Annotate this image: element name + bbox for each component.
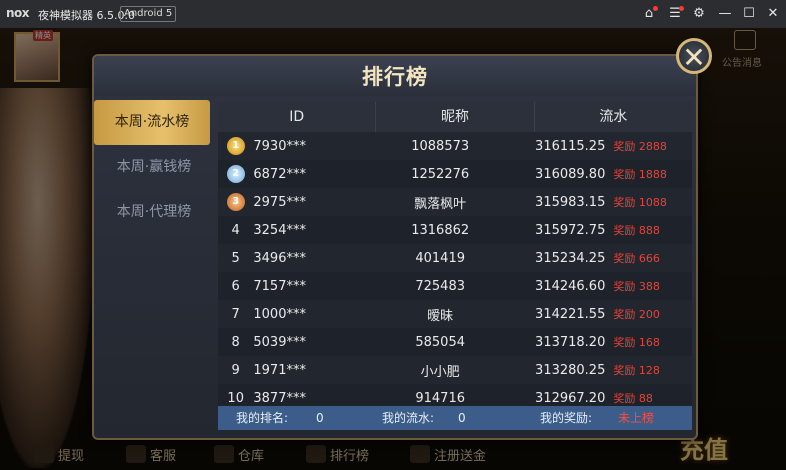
ranking-tabs: 本周·流水榜 本周·赢钱榜 本周·代理榜: [94, 100, 214, 235]
nickname-cell: 401419: [415, 250, 465, 266]
rank-cell: 10: [218, 391, 253, 406]
minimize-icon[interactable]: —: [716, 5, 734, 23]
ranking-dialog: 排行榜 本周·流水榜 本周·赢钱榜 本周·代理榜 ID 昵称 流水 1 7930*…: [92, 54, 698, 440]
nickname-cell: 1088573: [411, 138, 470, 154]
column-header-flow: 流水: [599, 109, 628, 125]
tab-weekly-flow[interactable]: 本周·流水榜: [94, 100, 210, 145]
id-cell: 3877***: [253, 390, 306, 406]
id-cell: 1000***: [253, 306, 306, 322]
table-body: 1 7930*** 1088573 316115.25 奖励 2888 2 6872*** 1…: [218, 132, 692, 412]
nickname-cell: 585054: [415, 334, 465, 350]
table-row: 6 7157*** 725483 314246.60 奖励 388: [218, 272, 692, 300]
gift-icon[interactable]: ⌂: [640, 5, 658, 23]
rank-number: 6: [231, 278, 240, 294]
flow-cell: 314221.55: [535, 306, 606, 322]
flow-cell: 314246.60: [535, 278, 606, 294]
my-flow-value: 0: [458, 411, 466, 425]
nickname-cell: 1252276: [411, 166, 470, 182]
close-dialog-button[interactable]: ✕: [676, 38, 712, 74]
rank-medal-icon: 1: [226, 137, 245, 155]
menu-icon[interactable]: ☰: [666, 5, 684, 23]
rank-cell: 2: [218, 165, 253, 183]
rank-number: 7: [231, 306, 240, 322]
android-version-badge: Android 5: [120, 6, 177, 22]
rank-number: 10: [227, 390, 244, 406]
my-reward-value: 未上榜: [618, 411, 655, 425]
reward-cell: 奖励 1888: [613, 168, 667, 181]
my-reward-label: 我的奖励:: [540, 411, 593, 425]
nickname-cell: 1316862: [411, 222, 470, 238]
column-header-nickname: 昵称: [376, 102, 535, 132]
ranking-table[interactable]: ID 昵称 流水 1 7930*** 1088573 316115.25 奖励 2888…: [218, 102, 692, 430]
table-row: 7 1000*** 暧昧 314221.55 奖励 200: [218, 300, 692, 328]
id-cell: 7157***: [253, 278, 306, 294]
my-rank-value: 0: [316, 411, 324, 425]
nickname-cell: 飘落枫叶: [414, 196, 467, 212]
id-cell: 7930***: [253, 138, 306, 154]
table-header: ID 昵称 流水: [218, 102, 692, 132]
flow-cell: 316115.25: [535, 138, 606, 154]
flow-cell: 315972.75: [535, 222, 606, 238]
my-flow-label: 我的流水:: [382, 411, 435, 425]
reward-cell: 奖励 88: [613, 392, 653, 405]
column-header-id: ID: [218, 102, 377, 132]
flow-cell: 316089.80: [535, 166, 606, 182]
rank-number: 4: [231, 222, 240, 238]
tab-weekly-agent[interactable]: 本周·代理榜: [94, 190, 214, 235]
close-icon[interactable]: ✕: [764, 5, 782, 23]
reward-cell: 奖励 666: [613, 252, 660, 265]
flow-cell: 315234.25: [535, 250, 606, 266]
rank-medal-icon: 3: [226, 193, 245, 211]
table-row: 3 2975*** 飘落枫叶 315983.15 奖励 1088: [218, 188, 692, 216]
my-rank-label: 我的排名:: [236, 411, 289, 425]
rank-cell: 3: [218, 193, 253, 211]
table-row: 8 5039*** 585054 313718.20 奖励 168: [218, 328, 692, 356]
table-row: 9 1971*** 小小肥 313280.25 奖励 128: [218, 356, 692, 384]
nox-logo: nox: [6, 6, 30, 20]
my-ranking-bar: 我的排名: 0 我的流水: 0 我的奖励: 未上榜: [218, 406, 692, 430]
rank-number: 8: [231, 334, 240, 350]
rank-medal-icon: 2: [226, 165, 245, 183]
nickname-cell: 小小肥: [420, 364, 460, 380]
nickname-cell: 暧昧: [427, 308, 454, 324]
reward-cell: 奖励 200: [613, 308, 660, 321]
rank-number: 5: [231, 250, 240, 266]
flow-cell: 315983.15: [535, 194, 606, 210]
table-row: 1 7930*** 1088573 316115.25 奖励 2888: [218, 132, 692, 160]
nickname-cell: 725483: [415, 278, 465, 294]
reward-cell: 奖励 388: [613, 280, 660, 293]
rank-cell: 4: [218, 223, 253, 238]
id-cell: 1971***: [253, 362, 306, 378]
flow-cell: 312967.20: [535, 390, 606, 406]
tab-weekly-winnings[interactable]: 本周·赢钱榜: [94, 145, 214, 190]
rank-cell: 5: [218, 251, 253, 266]
reward-cell: 奖励 888: [613, 224, 660, 237]
dialog-header: 排行榜: [94, 56, 696, 96]
table-row: 2 6872*** 1252276 316089.80 奖励 1888: [218, 160, 692, 188]
reward-cell: 奖励 128: [613, 364, 660, 377]
reward-cell: 奖励 168: [613, 336, 660, 349]
flow-cell: 313718.20: [535, 334, 606, 350]
emulator-titlebar: nox 夜神模拟器 6.5.0.0 Android 5 ⌂ ☰ ⚙ — ☐ ✕: [0, 0, 786, 28]
id-cell: 3254***: [253, 222, 306, 238]
rank-cell: 8: [218, 335, 253, 350]
settings-icon[interactable]: ⚙: [690, 5, 708, 23]
id-cell: 2975***: [253, 194, 306, 210]
rank-cell: 1: [218, 137, 253, 155]
maximize-icon[interactable]: ☐: [740, 5, 758, 23]
id-cell: 5039***: [253, 334, 306, 350]
rank-cell: 9: [218, 363, 253, 378]
id-cell: 3496***: [253, 250, 306, 266]
flow-cell: 313280.25: [535, 362, 606, 378]
dialog-title: 排行榜: [362, 65, 428, 89]
table-row: 4 3254*** 1316862 315972.75 奖励 888: [218, 216, 692, 244]
reward-cell: 奖励 2888: [613, 140, 667, 153]
table-row: 5 3496*** 401419 315234.25 奖励 666: [218, 244, 692, 272]
rank-number: 9: [231, 362, 240, 378]
reward-cell: 奖励 1088: [613, 196, 667, 209]
id-cell: 6872***: [253, 166, 306, 182]
nickname-cell: 914716: [415, 390, 465, 406]
rank-cell: 7: [218, 307, 253, 322]
rank-cell: 6: [218, 279, 253, 294]
